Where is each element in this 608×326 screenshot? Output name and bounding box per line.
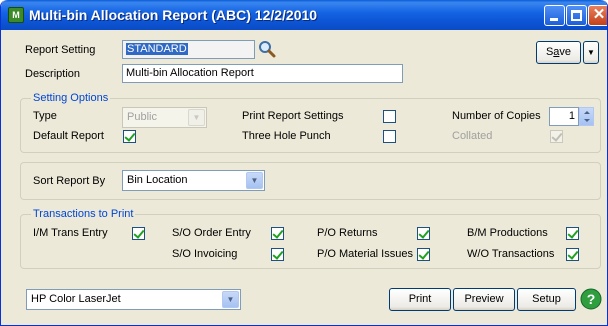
printer-select[interactable]: HP Color LaserJet ▼ <box>26 289 241 310</box>
close-icon: ✕ <box>592 6 606 23</box>
save-button[interactable]: Save <box>536 41 581 64</box>
three-hole-punch-label: Three Hole Punch <box>242 130 331 142</box>
setting-options-group <box>20 98 601 153</box>
transaction-label: S/O Invoicing <box>172 248 238 260</box>
chevron-down-icon: ▼ <box>222 291 239 308</box>
report-setting-input[interactable]: STANDARD <box>122 40 255 59</box>
type-select[interactable]: Public ▼ <box>122 107 207 128</box>
transaction-label: S/O Order Entry <box>172 227 251 239</box>
save-options-button[interactable]: ▼ <box>583 41 599 64</box>
chevron-down-icon: ▼ <box>587 48 595 57</box>
description-label: Description <box>25 68 81 80</box>
maximize-button[interactable] <box>566 5 587 26</box>
print-button[interactable]: Print <box>389 288 451 311</box>
number-of-copies-input[interactable]: 1 <box>549 107 579 126</box>
default-report-checkbox[interactable] <box>123 130 136 143</box>
transaction-checkbox[interactable] <box>417 248 430 261</box>
report-app-icon: M <box>8 7 24 23</box>
minimize-icon <box>550 18 558 21</box>
transaction-checkbox[interactable] <box>566 248 579 261</box>
type-label: Type <box>33 110 57 122</box>
transaction-label: P/O Returns <box>317 227 378 239</box>
collated-checkbox[interactable] <box>550 130 563 143</box>
maximize-icon <box>571 10 582 21</box>
transaction-label: B/M Productions <box>467 227 548 239</box>
collated-label: Collated <box>452 130 493 142</box>
help-icon[interactable]: ? <box>580 288 602 310</box>
close-button[interactable]: ✕ <box>588 5 607 26</box>
number-of-copies-label: Number of Copies <box>452 110 541 122</box>
description-input[interactable]: Multi-bin Allocation Report <box>122 64 403 83</box>
transaction-label: I/M Trans Entry <box>33 227 108 239</box>
sort-report-by-label: Sort Report By <box>33 175 106 187</box>
report-setting-label: Report Setting <box>25 44 96 56</box>
minimize-button[interactable] <box>544 5 565 26</box>
transaction-checkbox[interactable] <box>417 227 430 240</box>
setup-button[interactable]: Setup <box>517 288 576 311</box>
transaction-checkbox[interactable] <box>132 227 145 240</box>
transaction-checkbox[interactable] <box>271 248 284 261</box>
default-report-label: Default Report <box>33 130 104 142</box>
three-hole-punch-checkbox[interactable] <box>383 130 396 143</box>
chevron-down-icon: ▼ <box>246 172 263 189</box>
setting-options-title: Setting Options <box>31 92 111 104</box>
print-report-settings-label: Print Report Settings <box>242 110 344 122</box>
copies-spinner-icon[interactable] <box>579 107 594 126</box>
svg-text:?: ? <box>587 291 596 307</box>
transaction-checkbox[interactable] <box>271 227 284 240</box>
title-bar: M Multi-bin Allocation Report (ABC) 12/2… <box>1 0 607 30</box>
report-window: M Multi-bin Allocation Report (ABC) 12/2… <box>0 0 608 326</box>
chevron-down-icon: ▼ <box>188 109 205 126</box>
window-title: Multi-bin Allocation Report (ABC) 12/2/2… <box>29 7 318 23</box>
transaction-checkbox[interactable] <box>566 227 579 240</box>
transaction-label: P/O Material Issues <box>317 248 413 260</box>
print-report-settings-checkbox[interactable] <box>383 110 396 123</box>
preview-button[interactable]: Preview <box>453 288 515 311</box>
transaction-label: W/O Transactions <box>467 248 555 260</box>
sort-report-by-select[interactable]: Bin Location ▼ <box>122 170 265 191</box>
sort-group <box>20 162 601 200</box>
search-icon[interactable] <box>258 40 276 58</box>
transactions-title: Transactions to Print <box>31 208 136 220</box>
